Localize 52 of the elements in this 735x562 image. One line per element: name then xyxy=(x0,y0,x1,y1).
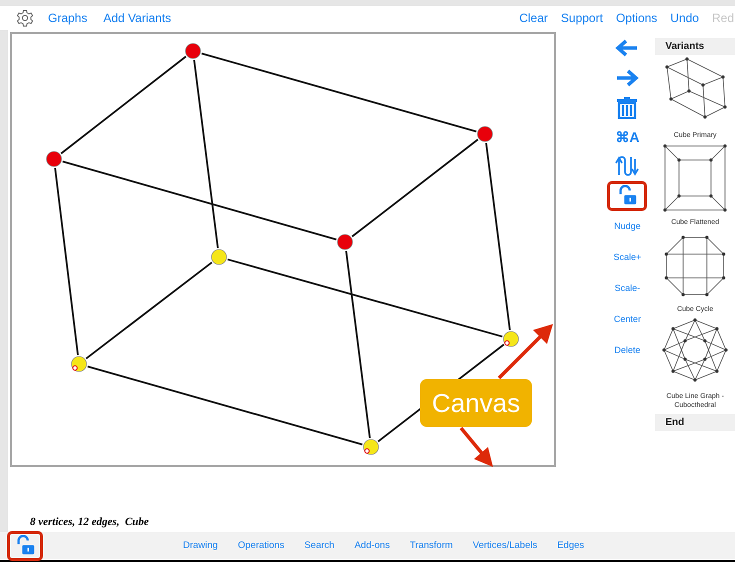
graph-edge[interactable] xyxy=(87,366,363,446)
graph-edge[interactable] xyxy=(86,262,212,360)
graph-vertex[interactable] xyxy=(477,126,493,142)
graph-edge[interactable] xyxy=(485,142,511,330)
graph-vertex[interactable] xyxy=(503,331,519,347)
canvas[interactable] xyxy=(10,32,556,467)
lock-button[interactable] xyxy=(7,531,43,561)
callout-arrow xyxy=(495,322,555,380)
graph-vertex[interactable] xyxy=(71,356,87,372)
tool-link[interactable]: Center xyxy=(608,304,646,335)
menu-link[interactable]: Clear xyxy=(519,9,548,27)
graph-vertex[interactable] xyxy=(337,234,353,250)
right-arrow-icon xyxy=(615,68,640,88)
tool-link[interactable]: Scale- xyxy=(610,273,646,304)
panel-header: Variants xyxy=(655,38,735,55)
menu-link[interactable]: Options xyxy=(616,9,658,27)
bottom-tab[interactable]: Vertices/Labels xyxy=(472,538,538,554)
tool-link[interactable]: Delete xyxy=(609,335,646,366)
menu-link[interactable]: Support xyxy=(560,9,603,27)
left-arrow-icon xyxy=(615,38,640,58)
graph-vertex[interactable] xyxy=(46,151,62,167)
callout-arrow xyxy=(458,426,496,468)
tool-link[interactable]: Scale+ xyxy=(608,242,646,273)
graph-edge[interactable] xyxy=(352,138,478,238)
graph-vertex[interactable] xyxy=(211,249,227,265)
bottom-tab[interactable]: Transform xyxy=(410,538,453,554)
graph-edge[interactable] xyxy=(62,160,337,240)
graph-edge[interactable] xyxy=(60,56,186,154)
trash-icon xyxy=(616,97,638,119)
canvas-callout: Canvas xyxy=(420,379,532,427)
panel-header: End xyxy=(655,414,735,431)
graph-vertex[interactable] xyxy=(185,43,201,59)
swap-arrows-icon xyxy=(614,155,640,177)
tool-button[interactable] xyxy=(607,181,648,211)
tool-link[interactable]: Nudge xyxy=(609,211,646,242)
select-all-button[interactable]: ⌘A xyxy=(608,123,646,151)
graph-edge[interactable] xyxy=(54,168,79,356)
menu-link[interactable]: Add Variants xyxy=(103,9,172,27)
bottom-tab[interactable]: Search xyxy=(304,538,334,554)
settings-icon[interactable] xyxy=(16,9,34,27)
graph-edge[interactable] xyxy=(201,52,477,132)
graph-edge[interactable] xyxy=(345,250,371,438)
graph-summary: 8 vertices, 12 edges, Cube xyxy=(28,514,150,530)
bottom-tab[interactable]: Drawing xyxy=(183,538,218,554)
bottom-tab[interactable]: Edges xyxy=(557,538,584,554)
menu-link[interactable]: Undo xyxy=(670,9,699,27)
graph-vertex[interactable] xyxy=(363,439,379,455)
graph-edge[interactable] xyxy=(193,60,219,248)
bottom-tab[interactable]: Add-ons xyxy=(354,538,390,554)
menu-link[interactable]: Graphs xyxy=(48,9,88,27)
bottom-tab[interactable]: Operations xyxy=(238,538,284,554)
graph-edge[interactable] xyxy=(227,258,503,338)
